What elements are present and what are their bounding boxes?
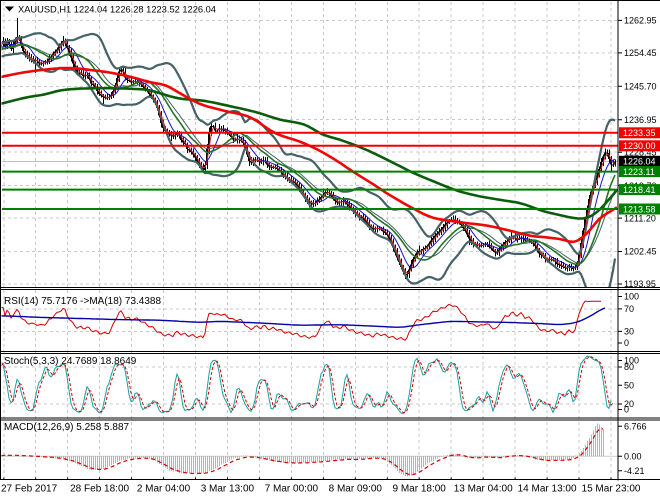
svg-text:1236.95: 1236.95 — [624, 115, 657, 125]
svg-text:3 Mar 13:00: 3 Mar 13:00 — [201, 484, 255, 495]
svg-text:1213.58: 1213.58 — [623, 204, 656, 214]
svg-text:2 Mar 04:00: 2 Mar 04:00 — [137, 484, 191, 495]
svg-text:1245.70: 1245.70 — [624, 82, 657, 92]
svg-text:1202.45: 1202.45 — [624, 247, 657, 257]
svg-text:70: 70 — [624, 304, 634, 314]
svg-text:RSI(14) 75.7176 ->MA(18) 73.4: RSI(14) 75.7176 ->MA(18) 73.4388 — [4, 296, 161, 307]
svg-text:27 Feb 2017: 27 Feb 2017 — [1, 484, 58, 495]
svg-text:XAUUSD,H1 1224.04 1226.28 122: XAUUSD,H1 1224.04 1226.28 1223.52 1226.0… — [18, 5, 216, 15]
svg-text:13 Mar 04:00: 13 Mar 04:00 — [454, 484, 513, 495]
svg-text:1218.41: 1218.41 — [623, 185, 656, 195]
svg-text:15 Mar 23:00: 15 Mar 23:00 — [582, 484, 641, 495]
svg-text:1226.04: 1226.04 — [623, 157, 656, 167]
svg-text:28 Feb 18:00: 28 Feb 18:00 — [70, 484, 129, 495]
svg-text:100: 100 — [624, 292, 639, 302]
svg-text:1233.35: 1233.35 — [623, 128, 656, 138]
svg-text:14 Mar 13:00: 14 Mar 13:00 — [518, 484, 577, 495]
svg-text:6.766: 6.766 — [624, 422, 647, 432]
svg-text:1254.45: 1254.45 — [624, 48, 657, 58]
svg-text:1262.95: 1262.95 — [624, 16, 657, 26]
svg-text:1193.95: 1193.95 — [624, 279, 656, 289]
svg-text:80: 80 — [624, 362, 634, 372]
svg-text:0: 0 — [624, 405, 629, 415]
svg-text:50: 50 — [624, 380, 634, 390]
svg-text:Stoch(5,3,3) 24.7689 18.8649: Stoch(5,3,3) 24.7689 18.8649 — [4, 356, 137, 367]
svg-text:1223.11: 1223.11 — [623, 167, 655, 177]
svg-text:1211.20: 1211.20 — [624, 213, 656, 223]
svg-text:7 Mar 00:00: 7 Mar 00:00 — [265, 484, 319, 495]
svg-text:30: 30 — [624, 327, 634, 337]
svg-text:9 Mar 18:00: 9 Mar 18:00 — [393, 484, 447, 495]
svg-text:0: 0 — [624, 338, 629, 348]
svg-text:8 Mar 09:00: 8 Mar 09:00 — [329, 484, 383, 495]
svg-text:-4.21: -4.21 — [624, 466, 645, 476]
svg-text:MACD(12,26,9) 5.258 5.887: MACD(12,26,9) 5.258 5.887 — [4, 422, 130, 433]
svg-text:1230.00: 1230.00 — [623, 141, 656, 151]
svg-text:0.00: 0.00 — [624, 451, 642, 461]
